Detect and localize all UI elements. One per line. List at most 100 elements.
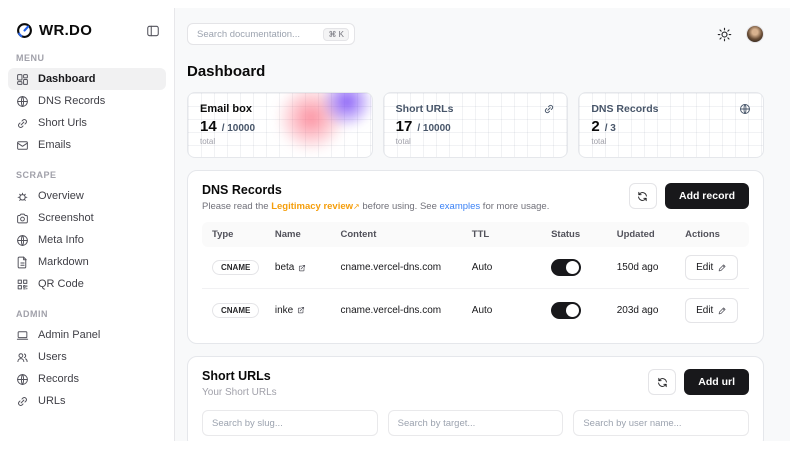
column-header-updated: Updated <box>607 229 675 240</box>
search-documentation-button[interactable]: Search documentation... ⌘ K <box>187 23 355 45</box>
stat-card-email-box[interactable]: Email box 14 / 10000 total <box>187 92 373 158</box>
theme-toggle-sun-icon[interactable] <box>717 27 732 42</box>
sidebar-item-emails[interactable]: Emails <box>8 134 166 156</box>
dns-records-table: Type Name Content TTL Status Updated Act… <box>202 222 749 331</box>
sidebar-item-label: DNS Records <box>38 95 105 107</box>
sidebar-item-short-urls[interactable]: Short Urls <box>8 112 166 134</box>
link-icon <box>16 117 29 130</box>
page-content: Dashboard Email box 14 / 10000 total <box>175 63 790 441</box>
record-type-badge: CNAME <box>212 303 259 318</box>
sidebar-item-label: Short Urls <box>38 117 87 129</box>
gauge-logo-icon <box>16 22 33 39</box>
sidebar-item-label: Admin Panel <box>38 329 100 341</box>
sidebar-item-records[interactable]: Records <box>8 368 166 390</box>
sidebar: WR.DO MENU Dashboard DNS Records Short U… <box>0 8 175 441</box>
refresh-button[interactable] <box>629 183 657 209</box>
add-url-button[interactable]: Add url <box>684 369 749 395</box>
search-by-user-name-input[interactable] <box>573 410 749 436</box>
stats-row: Email box 14 / 10000 total Short URLs 17 <box>187 92 764 158</box>
dns-panel-heading: DNS Records Please read the Legitimacy r… <box>202 183 549 212</box>
pencil-icon <box>718 263 727 272</box>
column-header-status: Status <box>541 229 607 240</box>
dashboard-icon <box>16 73 29 86</box>
sidebar-collapse-icon[interactable] <box>146 24 160 38</box>
camera-icon <box>16 212 29 225</box>
sidebar-item-users[interactable]: Users <box>8 346 166 368</box>
sidebar-item-label: Dashboard <box>38 73 95 85</box>
app-window: WR.DO MENU Dashboard DNS Records Short U… <box>0 8 790 441</box>
table-row: CNAME inke cname.vercel-dns.com Auto 203… <box>202 289 749 331</box>
record-ttl: Auto <box>462 305 541 316</box>
edit-label: Edit <box>696 262 713 273</box>
globe-icon <box>739 103 751 115</box>
sidebar-item-overview[interactable]: Overview <box>8 185 166 207</box>
sidebar-item-label: Users <box>38 351 67 363</box>
keyboard-shortcut-badge: ⌘ K <box>323 28 349 41</box>
sidebar-item-label: Screenshot <box>38 212 94 224</box>
record-name[interactable]: beta <box>275 262 294 273</box>
bug-icon <box>16 190 29 203</box>
refresh-button[interactable] <box>648 369 676 395</box>
sidebar-item-dashboard[interactable]: Dashboard <box>8 68 166 90</box>
sidebar-item-urls[interactable]: URLs <box>8 390 166 412</box>
laptop-icon <box>16 329 29 342</box>
qr-code-icon <box>16 278 29 291</box>
dns-panel-title: DNS Records <box>202 183 549 197</box>
examples-link[interactable]: examples <box>440 201 481 212</box>
column-header-type: Type <box>202 229 265 240</box>
nav-section-label-menu: MENU <box>16 53 158 63</box>
sidebar-header: WR.DO <box>0 8 174 39</box>
record-name[interactable]: inke <box>275 305 293 316</box>
search-by-target-input[interactable] <box>388 410 564 436</box>
edit-button[interactable]: Edit <box>685 298 738 323</box>
sidebar-item-label: Records <box>38 373 79 385</box>
search-placeholder-text: Search documentation... <box>197 29 300 40</box>
status-toggle[interactable] <box>551 302 581 319</box>
sidebar-item-screenshot[interactable]: Screenshot <box>8 207 166 229</box>
sidebar-item-meta-info[interactable]: Meta Info <box>8 229 166 251</box>
external-link-icon[interactable] <box>297 306 305 314</box>
stat-caption: total <box>396 137 556 146</box>
stat-title: Email box <box>200 103 252 115</box>
sidebar-item-markdown[interactable]: Markdown <box>8 251 166 273</box>
mail-icon <box>16 139 29 152</box>
sidebar-item-label: QR Code <box>38 278 84 290</box>
stat-card-dns-records[interactable]: DNS Records 2 / 3 total <box>578 92 764 158</box>
link-icon <box>543 103 555 115</box>
external-link-icon[interactable] <box>298 264 306 272</box>
status-toggle[interactable] <box>551 259 581 276</box>
sidebar-item-admin-panel[interactable]: Admin Panel <box>8 324 166 346</box>
stat-title: Short URLs <box>396 103 454 115</box>
record-updated: 203d ago <box>607 305 675 316</box>
nav-section-label-admin: ADMIN <box>16 309 158 319</box>
column-header-actions: Actions <box>675 229 749 240</box>
record-content: cname.vercel-dns.com <box>331 262 462 273</box>
stat-caption: total <box>591 137 751 146</box>
stat-card-short-urls[interactable]: Short URLs 17 / 10000 total <box>383 92 569 158</box>
search-by-slug-input[interactable] <box>202 410 378 436</box>
brand-logo[interactable]: WR.DO <box>16 22 92 39</box>
user-avatar[interactable] <box>746 25 764 43</box>
sidebar-item-label: Overview <box>38 190 84 202</box>
sidebar-item-label: URLs <box>38 395 66 407</box>
brand-name: WR.DO <box>39 22 92 39</box>
short-urls-subtitle: Your Short URLs <box>202 387 277 398</box>
link-icon <box>16 395 29 408</box>
subtitle-text: for more usage. <box>480 201 549 212</box>
dns-records-panel: DNS Records Please read the Legitimacy r… <box>187 170 764 344</box>
stat-value: 17 <box>396 118 413 135</box>
add-record-button[interactable]: Add record <box>665 183 749 209</box>
legitimacy-review-link[interactable]: Legitimacy review <box>271 201 353 212</box>
stat-limit: / 3 <box>605 123 616 134</box>
file-text-icon <box>16 256 29 269</box>
record-type-badge: CNAME <box>212 260 259 275</box>
record-updated: 150d ago <box>607 262 675 273</box>
table-row: CNAME beta cname.vercel-dns.com Auto 150… <box>202 247 749 289</box>
edit-button[interactable]: Edit <box>685 255 738 280</box>
topbar-right <box>717 25 764 43</box>
sidebar-item-dns-records[interactable]: DNS Records <box>8 90 166 112</box>
column-header-name: Name <box>265 229 331 240</box>
users-icon <box>16 351 29 364</box>
dns-panel-subtitle: Please read the Legitimacy review↗ befor… <box>202 201 549 212</box>
sidebar-item-qr-code[interactable]: QR Code <box>8 273 166 295</box>
